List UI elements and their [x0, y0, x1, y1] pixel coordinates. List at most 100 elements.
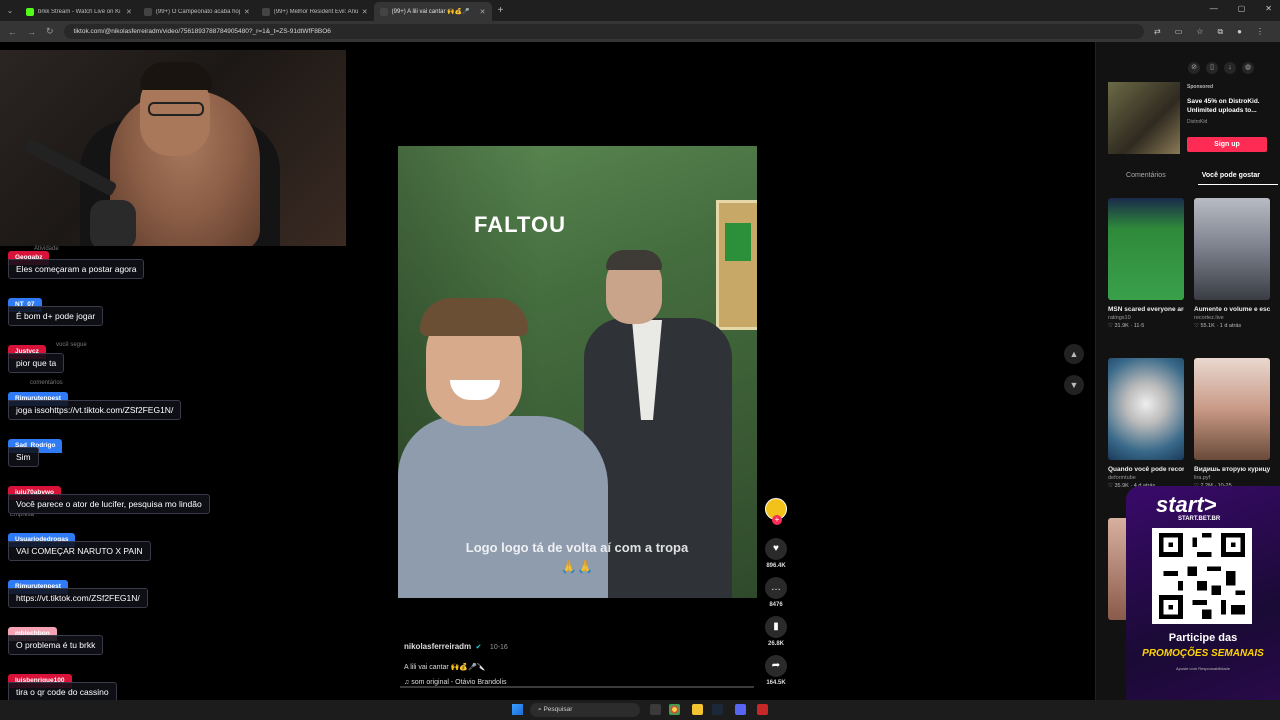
- chat-text: Eles começaram a postar agora: [8, 259, 145, 279]
- video-card[interactable]: Aumente o volume e escuta oq kosk... rec…: [1194, 198, 1270, 329]
- promo-logo: start>: [1156, 492, 1217, 517]
- video-caption: Logo logo tá de volta aí com a tropa 🙏🙏: [465, 540, 689, 574]
- sound-row[interactable]: ♫ som original - Otávio Brandolis: [404, 679, 754, 686]
- maximize-icon[interactable]: ▢: [1238, 4, 1246, 13]
- ghost-text: você segue: [56, 342, 87, 348]
- cast-icon[interactable]: ▭: [1175, 27, 1183, 37]
- heart-icon[interactable]: ♥: [765, 538, 787, 560]
- author-name[interactable]: nikolasferreiradm: [404, 642, 471, 651]
- profile-icon[interactable]: ●: [1237, 27, 1242, 37]
- previous-video-arrow-icon[interactable]: ▲: [1064, 344, 1084, 364]
- chat-message: Rimurutenpest joga issohttps://vt.tiktok…: [8, 387, 182, 420]
- window-controls: — ▢ ✕: [1210, 4, 1272, 13]
- sidebar-top-icons: ⊘ ▯ ↓ ◍: [1188, 62, 1254, 74]
- extensions-icon[interactable]: ⧉: [1217, 27, 1223, 37]
- chat-message: Rimurutenpest https://vt.tiktok.com/ZSf2…: [8, 575, 148, 608]
- app-icon[interactable]: [757, 704, 768, 715]
- promo-site: START.BET.BR: [1178, 516, 1221, 522]
- hair: [420, 298, 528, 336]
- card-meta: ♡ 31.9K · 11-5: [1108, 323, 1145, 329]
- author-avatar[interactable]: +: [765, 498, 787, 525]
- device-icon[interactable]: ▯: [1206, 62, 1218, 74]
- post-date: 10-16: [489, 644, 508, 651]
- windows-start-icon[interactable]: [512, 704, 523, 715]
- close-tab-icon[interactable]: ✕: [244, 8, 250, 16]
- file-explorer-icon[interactable]: [692, 704, 703, 715]
- reload-icon[interactable]: ↻: [46, 26, 54, 37]
- tiktok-icon: [143, 7, 152, 16]
- like-action[interactable]: ♥ 896.4K: [763, 538, 789, 569]
- new-tab-icon[interactable]: +: [492, 5, 510, 16]
- comment-icon[interactable]: …: [765, 577, 787, 599]
- discord-icon[interactable]: [735, 704, 746, 715]
- card-title: MSN scared everyone around...: [1108, 306, 1184, 313]
- browser-tab-3[interactable]: (99+) Melhor Resident Evil: Anú ✕: [256, 2, 374, 21]
- heart-icon: ♡: [1108, 483, 1113, 489]
- card-date: 1 d atrás: [1219, 323, 1242, 329]
- video-card[interactable]: Quando você pode reconhecê-lo?... deform…: [1108, 358, 1184, 489]
- address-bar-row: ← → ↻ tiktok.com/@nikolasferreiradm/vide…: [0, 21, 1280, 42]
- address-bar[interactable]: tiktok.com/@nikolasferreiradm/video/7561…: [63, 24, 1144, 39]
- comment-action[interactable]: … 8476: [763, 577, 789, 608]
- user-icon[interactable]: ◍: [1242, 62, 1254, 74]
- qr-code: [1152, 528, 1252, 624]
- like-count: 896.4K: [766, 563, 786, 569]
- close-window-icon[interactable]: ✕: [1265, 4, 1272, 13]
- tab-search-icon[interactable]: ⌄: [0, 6, 20, 15]
- sponsored-ad[interactable]: Sponsored Save 45% on DistroKid. Unlimit…: [1108, 82, 1278, 154]
- steam-icon[interactable]: [712, 704, 723, 715]
- video-progress-bar[interactable]: [400, 686, 754, 688]
- chat-text: O problema é tu brkk: [8, 635, 104, 655]
- menu-icon[interactable]: ⋮: [1256, 27, 1264, 37]
- next-video-arrow-icon[interactable]: ▼: [1064, 375, 1084, 395]
- hair: [606, 250, 662, 270]
- card-likes: 55.1K: [1200, 323, 1215, 329]
- chat-text: Sim: [8, 447, 39, 467]
- back-icon[interactable]: ←: [8, 27, 17, 37]
- chat-message: Justycz pior que ta: [8, 340, 65, 373]
- music-note-icon: ♫: [404, 679, 410, 686]
- forward-icon[interactable]: →: [27, 27, 36, 37]
- chat-message: juju70abvwo Você parece o ator de lucife…: [8, 481, 210, 514]
- ad-signup-button[interactable]: Sign up: [1187, 137, 1267, 152]
- share-icon[interactable]: ➦: [765, 655, 787, 677]
- taskbar: ⌕ Pesquisar: [0, 700, 1280, 720]
- chat-message: NT_07 É bom d+ pode jogar: [8, 293, 104, 326]
- video-card[interactable]: Видишь вторую курицу?😂😂 lira.pyf ♡ 2.2M …: [1194, 358, 1270, 489]
- card-thumbnail: [1194, 358, 1270, 460]
- tab-comments[interactable]: Comentários: [1126, 172, 1166, 179]
- task-view-icon[interactable]: [650, 704, 661, 715]
- card-meta: ♡ 55.1K · 1 d atrás: [1194, 323, 1242, 329]
- chrome-icon[interactable]: [669, 704, 680, 715]
- video-overlay-title: FALTOU: [474, 212, 566, 237]
- browser-tab-1[interactable]: brkk Stream - Watch Live on Ki ✕: [20, 2, 138, 21]
- download-icon[interactable]: ↓: [1224, 62, 1236, 74]
- close-tab-icon[interactable]: ✕: [480, 8, 486, 16]
- tab-you-may-like[interactable]: Você pode gostar: [1202, 172, 1260, 179]
- browser-tab-4[interactable]: (99+) A lili vai cantar 🙌💰🎤 ✕: [373, 2, 492, 21]
- ad-thumbnail: [1108, 82, 1180, 154]
- video-player[interactable]: FALTOU Logo logo tá de volta aí com a tr…: [398, 146, 757, 598]
- share-action[interactable]: ➦ 164.5K: [763, 655, 789, 686]
- bookmark-icon[interactable]: ▮: [765, 616, 787, 638]
- close-tab-icon[interactable]: ✕: [362, 8, 368, 16]
- translate-icon[interactable]: ⇄: [1154, 27, 1161, 37]
- browser-tab-2[interactable]: (99+) O Campeonato acaba hoj ✕: [138, 2, 256, 21]
- chat-text: https://vt.tiktok.com/ZSf2FEG1N/: [8, 588, 148, 608]
- taskbar-search-label: Pesquisar: [543, 706, 573, 713]
- taskbar-search[interactable]: ⌕ Pesquisar: [530, 703, 640, 717]
- card-title: Aumente o volume e escuta oq kosk...: [1194, 306, 1270, 313]
- follow-plus-icon[interactable]: +: [772, 515, 782, 525]
- close-tab-icon[interactable]: ✕: [126, 8, 132, 16]
- browser-tab-bar: ⌄ brkk Stream - Watch Live on Ki ✕ (99+)…: [0, 0, 1280, 21]
- save-action[interactable]: ▮ 26.8K: [763, 616, 789, 647]
- card-thumbnail: [1194, 198, 1270, 300]
- video-card[interactable]: MSN scared everyone around... ratings10 …: [1108, 198, 1184, 329]
- settings-icon[interactable]: ⊘: [1188, 62, 1200, 74]
- bookmark-star-icon[interactable]: ☆: [1196, 27, 1203, 37]
- minimize-icon[interactable]: —: [1210, 4, 1218, 13]
- chat-text: É bom d+ pode jogar: [8, 306, 104, 326]
- tab-title: (99+) O Campeonato acaba hoj: [155, 8, 240, 15]
- active-tab-indicator: [1198, 184, 1278, 185]
- card-thumbnail: [1108, 198, 1184, 300]
